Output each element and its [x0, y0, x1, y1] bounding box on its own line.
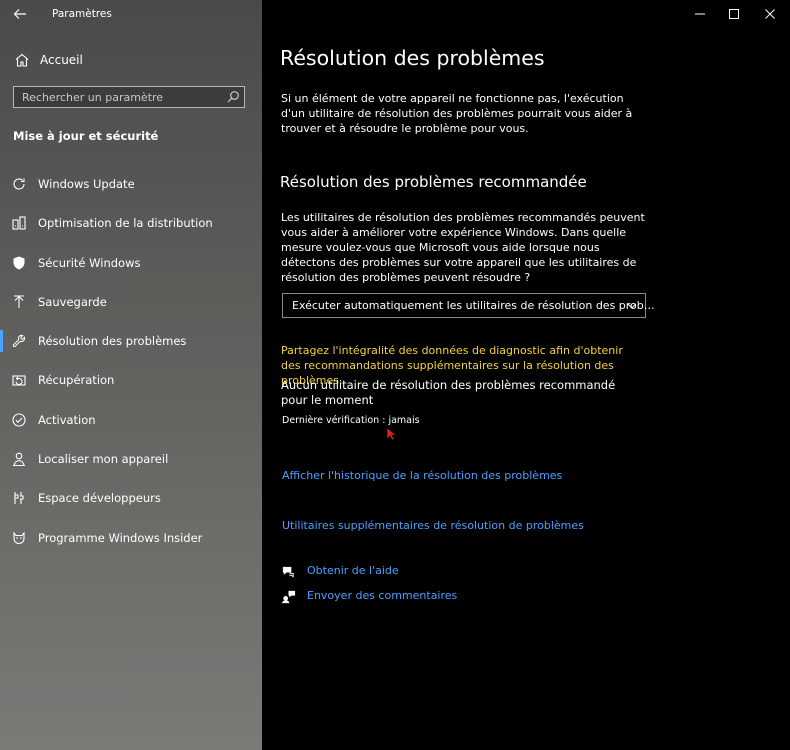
window-title: Paramètres	[52, 8, 112, 20]
get-help-label: Obtenir de l'aide	[307, 564, 399, 577]
recommended-heading: Résolution des problèmes recommandée	[280, 173, 587, 191]
insider-cat-icon	[13, 531, 25, 544]
additional-troubleshooters-link[interactable]: Utilitaires supplémentaires de résolutio…	[282, 519, 584, 532]
sidebar-item-windows-insider[interactable]: Programme Windows Insider	[0, 525, 262, 564]
find-device-icon	[13, 452, 25, 467]
shield-icon	[13, 256, 25, 270]
no-recommended-text: Aucun utilitaire de résolution des probl…	[281, 378, 616, 407]
developer-icon	[14, 492, 24, 505]
sidebar-item-windows-update[interactable]: Windows Update	[0, 171, 262, 210]
refresh-icon	[13, 178, 25, 190]
search-box[interactable]	[13, 86, 245, 108]
backup-arrow-icon	[14, 295, 24, 308]
main-content: Résolution des problèmes Si un élément d…	[262, 0, 790, 750]
sidebar-item-delivery-optimization[interactable]: Optimisation de la distribution	[0, 210, 262, 249]
send-feedback-label: Envoyer des commentaires	[307, 589, 458, 602]
sidebar-item-troubleshoot[interactable]: Résolution des problèmes	[0, 328, 262, 367]
sidebar-item-label: Localiser mon appareil	[38, 452, 169, 467]
troubleshoot-preference-dropdown[interactable]: Exécuter automatiquement les utilitaires…	[282, 293, 655, 318]
sidebar-item-home[interactable]: Accueil	[0, 48, 262, 72]
search-input[interactable]	[14, 87, 222, 107]
last-check-text: Dernière vérification : jamais	[282, 415, 420, 426]
sidebar-item-recovery[interactable]: Récupération	[0, 367, 262, 406]
sidebar-item-label: Windows Update	[38, 177, 135, 191]
recommended-description: Les utilitaires de résolution des problè…	[281, 211, 645, 284]
chevron-down-icon	[627, 303, 637, 309]
sidebar-nav: Windows Update Optimisation de la distri…	[0, 171, 262, 564]
sidebar-item-backup[interactable]: Sauvegarde	[0, 289, 262, 328]
sidebar-home-label: Accueil	[40, 53, 83, 67]
title-bar-left: Paramètres	[0, 0, 262, 28]
mouse-cursor-icon	[386, 427, 396, 441]
sidebar-item-find-my-device[interactable]: Localiser mon appareil	[0, 446, 262, 485]
dropdown-value: Exécuter automatiquement les utilitaires…	[292, 299, 655, 312]
sidebar-item-label: Récupération	[38, 373, 115, 388]
sidebar-item-developers[interactable]: Espace développeurs	[0, 485, 262, 524]
page-title: Résolution des problèmes	[280, 46, 545, 70]
section-title: Mise à jour et sécurité	[13, 129, 159, 143]
back-arrow-icon	[13, 9, 26, 19]
feedback-icon	[281, 590, 296, 604]
sidebar-item-label: Résolution des problèmes	[38, 334, 187, 349]
history-link[interactable]: Afficher l'historique de la résolution d…	[282, 469, 562, 482]
sidebar-item-label: Optimisation de la distribution	[38, 216, 213, 231]
sidebar-item-windows-security[interactable]: Sécurité Windows	[0, 250, 262, 289]
search-icon[interactable]	[226, 90, 240, 104]
recovery-icon	[12, 375, 26, 387]
check-circle-icon	[12, 413, 26, 427]
wrench-icon	[12, 334, 26, 348]
sidebar-item-label: Programme Windows Insider	[38, 530, 203, 545]
help-chat-icon	[282, 566, 294, 578]
sidebar-item-activation[interactable]: Activation	[0, 407, 262, 446]
delivery-icon	[12, 216, 26, 230]
sidebar: Paramètres Accueil Mise à jour et sécuri…	[0, 0, 262, 750]
home-icon	[15, 53, 29, 67]
sidebar-item-label: Sauvegarde	[38, 294, 107, 309]
back-button[interactable]	[12, 6, 28, 22]
sidebar-item-label: Espace développeurs	[38, 491, 161, 506]
sidebar-item-label: Sécurité Windows	[38, 255, 141, 270]
sidebar-item-label: Activation	[38, 412, 96, 427]
intro-text: Si un élément de votre appareil ne fonct…	[281, 92, 633, 135]
